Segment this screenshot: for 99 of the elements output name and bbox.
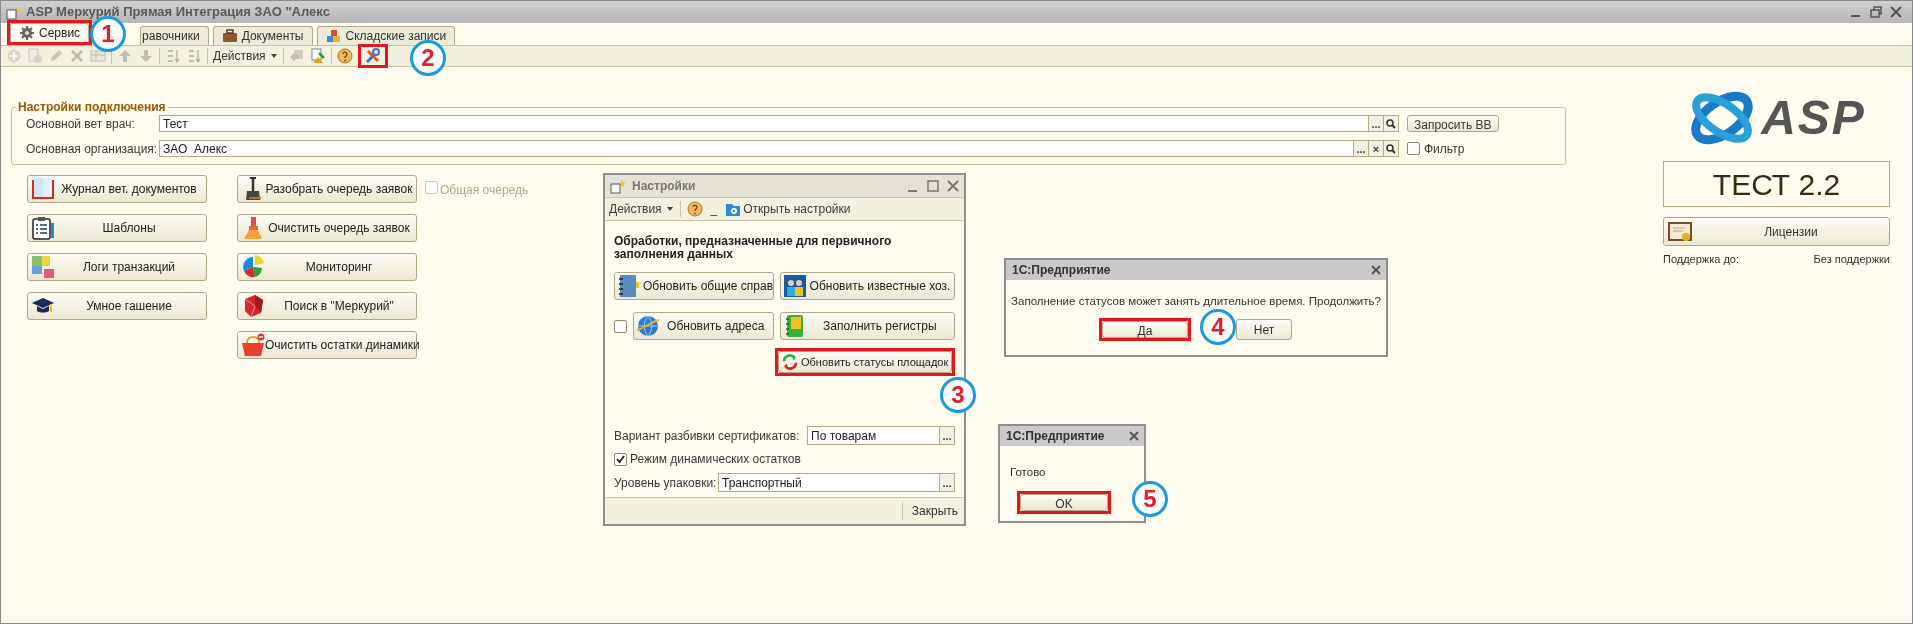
close-icon[interactable] [1888,4,1904,20]
input-field[interactable]: По товарам ... [807,426,955,445]
field-button[interactable]: ... [1368,116,1383,131]
search-icon [1386,143,1396,154]
tab[interactable]: Сервис [10,23,90,42]
dialog-button[interactable]: OK [1020,494,1108,512]
caret-icon [269,52,278,60]
search-icon [1386,118,1396,129]
pie-chart-icon [241,255,265,279]
dialog-action-button[interactable]: Заполнить регистры [779,312,955,340]
input-field[interactable]: ЗАО Алекс ... × [159,140,1399,157]
help-icon[interactable] [686,201,703,217]
action-button[interactable]: Шаблоны [27,214,207,242]
field-button[interactable]: ... [939,474,954,491]
tools-icon[interactable] [364,48,381,64]
checkbox-label: Фильтр [1424,140,1465,158]
action-button[interactable]: Мониторинг [237,253,417,281]
dialog-action-button[interactable]: Обновить известные хоз. [780,272,955,300]
checkbox[interactable] [1407,142,1420,155]
logo-text: ASP [1761,94,1866,142]
basket-icon [241,333,265,357]
tab[interactable]: Складские записи [316,26,456,45]
support-label: Поддержка до: [1663,252,1740,267]
dialog-title: 1С:Предприятие [1006,428,1105,445]
step-marker: 2 [410,40,446,76]
app-icon [609,178,626,194]
action-button[interactable]: Логи транзакций [27,253,207,281]
section-heading: Обработки, предназначенные для первичного заполнения данных [614,235,893,261]
field-button[interactable]: ... [939,427,954,444]
dialog-button[interactable]: Нет [1236,319,1292,341]
search-button[interactable] [1383,116,1398,131]
input-field[interactable]: Транспортный ... [718,473,955,492]
field-value: Транспортный [721,474,803,492]
book-icon [31,177,55,201]
open-settings-button[interactable]: Открыть настройки [725,200,851,218]
help-icon[interactable] [336,48,353,64]
action-button[interactable]: Поиск в "Меркурий" [237,292,417,320]
puzzle-icon [31,255,55,279]
briefcase-icon [221,28,238,44]
field-label: Основная организация: [26,140,159,158]
restore-icon[interactable] [1868,4,1884,20]
dialog-title: Настройки [632,178,697,195]
dialog-title: 1С:Предприятие [1012,262,1111,279]
checkbox[interactable] [614,452,627,466]
notebook-icon [617,274,641,298]
request-button[interactable]: Запросить ВВ [1407,115,1499,132]
tab[interactable]: Документы [212,26,313,45]
clipboard-icon [31,216,55,240]
underscore-text: _ [709,201,719,218]
action-button[interactable]: Умное гашение [27,292,207,320]
close-icon[interactable] [1370,264,1382,276]
checkbox[interactable] [614,319,627,333]
field-value: ЗАО Алекс [162,140,229,158]
version-label: ТЕСТ 2.2 [1663,161,1890,207]
search-button[interactable] [1383,141,1398,156]
checkbox-label: Общая очередь [440,182,529,199]
input-field[interactable]: Тест ... [159,115,1399,132]
dialog-message: Готово [1010,465,1046,480]
step-marker: 5 [1132,481,1168,517]
field-label: Вариант разбивки сертификатов: [614,427,800,445]
field-value: Тест [162,115,189,133]
close-icon[interactable] [946,179,960,193]
actions-menu[interactable]: Действия [213,47,278,65]
dialog-action-button[interactable]: Обновить общие справ [614,272,774,300]
action-button[interactable]: Журнал вет. документов [27,175,207,203]
dialog-action-button[interactable]: Обновить адреса [633,312,774,340]
dialog-message: Заполнение статусов может занять длительное время. Продолжить? [1011,294,1381,309]
action-button[interactable]: Разобрать очередь заявок [237,175,417,203]
field-value: По товарам [810,427,878,445]
folder-gear-icon [725,201,742,217]
field-button[interactable]: × [1368,141,1383,156]
dialog-button[interactable]: Да [1102,321,1188,339]
checkbox-label: Режим динамических остатков [630,451,801,468]
field-label: Уровень упаковки: [614,474,717,492]
field-label: Основной вет врач: [26,115,136,133]
group-title: Настройки подключения [16,100,168,114]
app-icon [5,4,22,20]
support-value: Без поддержки [1813,252,1890,267]
globe-icon [636,314,660,338]
check-icon [615,454,626,464]
close-icon[interactable] [1128,430,1140,442]
dialog-action-button[interactable]: Обновить статусы площадок [778,351,952,373]
licenses-button[interactable]: Лицензии [1663,217,1890,246]
refresh-icon [781,353,799,371]
caret-icon [665,205,674,213]
maximize-icon[interactable] [926,179,940,193]
people-icon [783,274,807,298]
import-icon[interactable] [309,48,326,64]
blocks-icon [325,28,342,44]
actions-menu[interactable]: Действия [609,200,674,218]
brush-icon [241,216,265,240]
close-button[interactable]: Закрыть [907,502,962,520]
certificate-icon [1667,219,1693,244]
tab[interactable]: равочники [140,26,209,45]
step-marker: 3 [940,377,976,413]
gear-icon [19,25,35,41]
field-button[interactable]: ... [1353,141,1368,156]
action-button[interactable]: Очистить остатки динамики [237,331,417,359]
action-button[interactable]: Очистить очередь заявок [237,214,417,242]
